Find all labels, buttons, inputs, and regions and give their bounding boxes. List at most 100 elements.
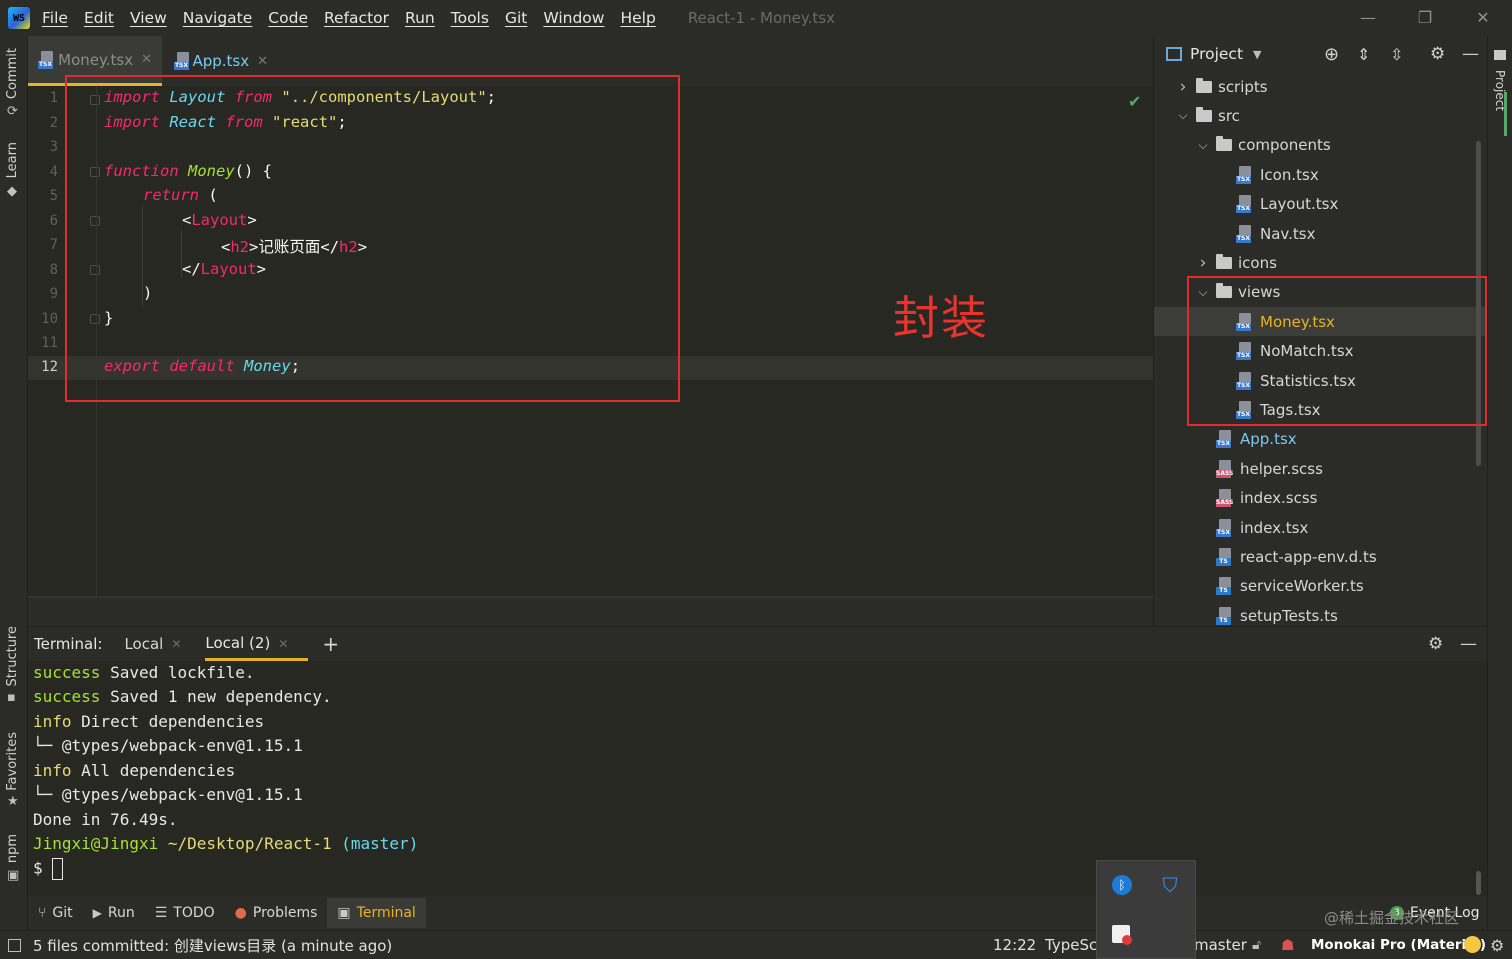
line-number: 10 [41, 311, 58, 327]
tree-item-label: components [1238, 136, 1331, 155]
tree-item[interactable]: TSX App.tsx [1154, 425, 1488, 454]
terminal-line: success Saved 1 new dependency. [33, 687, 332, 706]
menu-file[interactable]: File [42, 9, 68, 27]
tree-item[interactable]: TS serviceWorker.ts [1154, 572, 1488, 601]
menu-window[interactable]: Window [543, 9, 604, 27]
tree-item[interactable]: TSX Nav.tsx [1154, 219, 1488, 248]
theme-widget[interactable]: Monokai Pro (Material) [1311, 937, 1486, 953]
git-branch-widget[interactable]: master [1194, 936, 1247, 954]
menu-code[interactable]: Code [268, 9, 308, 27]
structure-tool-button[interactable]: Structure [5, 626, 20, 686]
sass-file-icon: SASS [1216, 489, 1234, 508]
expand-all-icon[interactable]: ⇕ [1357, 45, 1370, 64]
favorites-tool-button[interactable]: Favorites [5, 732, 20, 791]
learn-tool-button[interactable]: Learn [5, 142, 20, 178]
inspection-ok-icon[interactable]: ✔ [1128, 92, 1141, 111]
tree-item-label: src [1218, 106, 1240, 125]
collapse-all-icon[interactable]: ⇳ [1390, 45, 1403, 64]
restore-button[interactable]: ❐ [1405, 6, 1445, 30]
tree-item[interactable]: TSX index.tsx [1154, 513, 1488, 542]
left-tool-strip: Commit ⟳ Learn ◆ Structure ▪ Favorites ★… [0, 36, 28, 931]
tree-item[interactable]: TS react-app-env.d.ts [1154, 542, 1488, 571]
line-number: 6 [49, 213, 58, 229]
menu-edit[interactable]: Edit [84, 9, 114, 27]
minimize-button[interactable]: — [1348, 6, 1388, 30]
language-service[interactable]: TypeSc [1045, 936, 1097, 954]
tsx-file-icon: TSX [1216, 430, 1234, 449]
commit-icon: ⟳ [7, 104, 18, 119]
hide-panel-icon[interactable]: — [1460, 634, 1477, 654]
window-title: React-1 - Money.tsx [687, 9, 835, 27]
tool-label: TODO [173, 905, 215, 921]
gear-icon[interactable]: ⚙ [1428, 634, 1443, 654]
watermark: @稀土掘金技术社区 [1324, 909, 1460, 927]
chevron-down-icon[interactable]: ▼ [1253, 48, 1261, 61]
menu-navigate[interactable]: Navigate [183, 9, 253, 27]
todo-tool-button[interactable]: ☰ TODO [145, 898, 225, 928]
project-title[interactable]: Project [1190, 45, 1243, 63]
tree-item[interactable]: › icons [1154, 248, 1488, 277]
project-view-icon [1166, 47, 1182, 61]
menu-refactor[interactable]: Refactor [324, 9, 389, 27]
menu-run[interactable]: Run [405, 9, 435, 27]
prompt-symbol: $ [33, 858, 43, 878]
menu-view[interactable]: View [130, 9, 167, 27]
learn-icon: ◆ [7, 184, 17, 199]
tree-item[interactable]: TSX Icon.tsx [1154, 160, 1488, 189]
ts-file-icon: TS [1216, 606, 1234, 625]
tree-item[interactable]: SASS helper.scss [1154, 454, 1488, 483]
terminal-input-line[interactable]: $ [33, 858, 64, 880]
menu-tools[interactable]: Tools [451, 9, 489, 27]
lock-icon[interactable]: 🔓︎ [1252, 937, 1261, 953]
close-window-button[interactable]: ✕ [1463, 6, 1503, 30]
gear-icon[interactable]: ⚙ [1490, 936, 1504, 955]
tree-item-label: Nav.tsx [1260, 224, 1316, 243]
toggle-tool-windows-icon[interactable] [8, 938, 21, 952]
tree-item-label: icons [1238, 253, 1277, 272]
theme-status-icon[interactable] [1464, 936, 1481, 953]
caret-position[interactable]: 12:22 [993, 936, 1036, 954]
folder-icon [1196, 106, 1212, 122]
prompt-path: ~/Desktop/React-1 [158, 834, 332, 853]
terminal-tab-local[interactable]: Local [124, 635, 163, 653]
prompt-branch: (master) [331, 834, 419, 853]
gear-icon[interactable]: ⚙ [1430, 44, 1445, 64]
chevron-down-icon[interactable]: ⌵ [1196, 138, 1210, 153]
terminal-panel[interactable]: Terminal: Local ✕ Local (2) ✕ + ⚙ — succe… [28, 626, 1487, 896]
tool-label: Git [52, 905, 73, 921]
chevron-right-icon[interactable]: › [1196, 253, 1210, 273]
tree-item[interactable]: SASS index.scss [1154, 484, 1488, 513]
commit-tool-button[interactable]: Commit [5, 48, 20, 99]
chevron-down-icon[interactable]: ⌵ [1176, 108, 1190, 123]
tree-item-label: App.tsx [1240, 430, 1297, 449]
menu-git[interactable]: Git [505, 9, 527, 27]
inspector-icon[interactable]: ☗ [1281, 936, 1294, 954]
problems-tool-button[interactable]: ● Problems [225, 898, 328, 928]
tree-item[interactable]: ⌵ src [1154, 101, 1488, 130]
hide-panel-icon[interactable]: — [1462, 44, 1479, 64]
terminal-text: └─ @types/webpack-env@1.15.1 [33, 785, 303, 804]
terminal-tab-local-2[interactable]: Local (2) ✕ [205, 628, 309, 661]
ts-file-icon: TS [1216, 547, 1234, 566]
git-tool-button[interactable]: ⑂ Git [28, 898, 83, 928]
tree-item[interactable]: › scripts [1154, 72, 1488, 101]
chevron-right-icon[interactable]: › [1176, 77, 1190, 97]
bluetooth-icon[interactable]: ᛒ [1112, 875, 1132, 895]
new-terminal-button[interactable]: + [322, 632, 339, 656]
tree-item[interactable]: ⌵ components [1154, 131, 1488, 160]
terminal-scrollbar[interactable] [1476, 871, 1481, 895]
close-tab-icon[interactable]: ✕ [171, 637, 181, 651]
run-tool-button[interactable]: ▶ Run [83, 898, 145, 928]
close-tab-icon[interactable]: ✕ [141, 52, 152, 67]
close-tab-icon[interactable]: ✕ [257, 54, 268, 69]
project-header: Project ▼ ⊕ ⇕ ⇳ ⚙ — [1154, 36, 1488, 72]
npm-tool-button[interactable]: npm [5, 834, 20, 863]
shield-icon[interactable]: ⛉ [1159, 874, 1181, 896]
locate-icon[interactable]: ⊕ [1324, 44, 1339, 65]
webstorm-logo-icon[interactable]: WS [8, 7, 30, 29]
menu-help[interactable]: Help [620, 9, 655, 27]
terminal-tool-button[interactable]: ▣ Terminal [327, 898, 426, 928]
close-tab-icon[interactable]: ✕ [278, 637, 288, 651]
status-message[interactable]: 5 files committed: 创建views目录 (a minute a… [33, 935, 392, 956]
tree-item[interactable]: TSX Layout.tsx [1154, 190, 1488, 219]
